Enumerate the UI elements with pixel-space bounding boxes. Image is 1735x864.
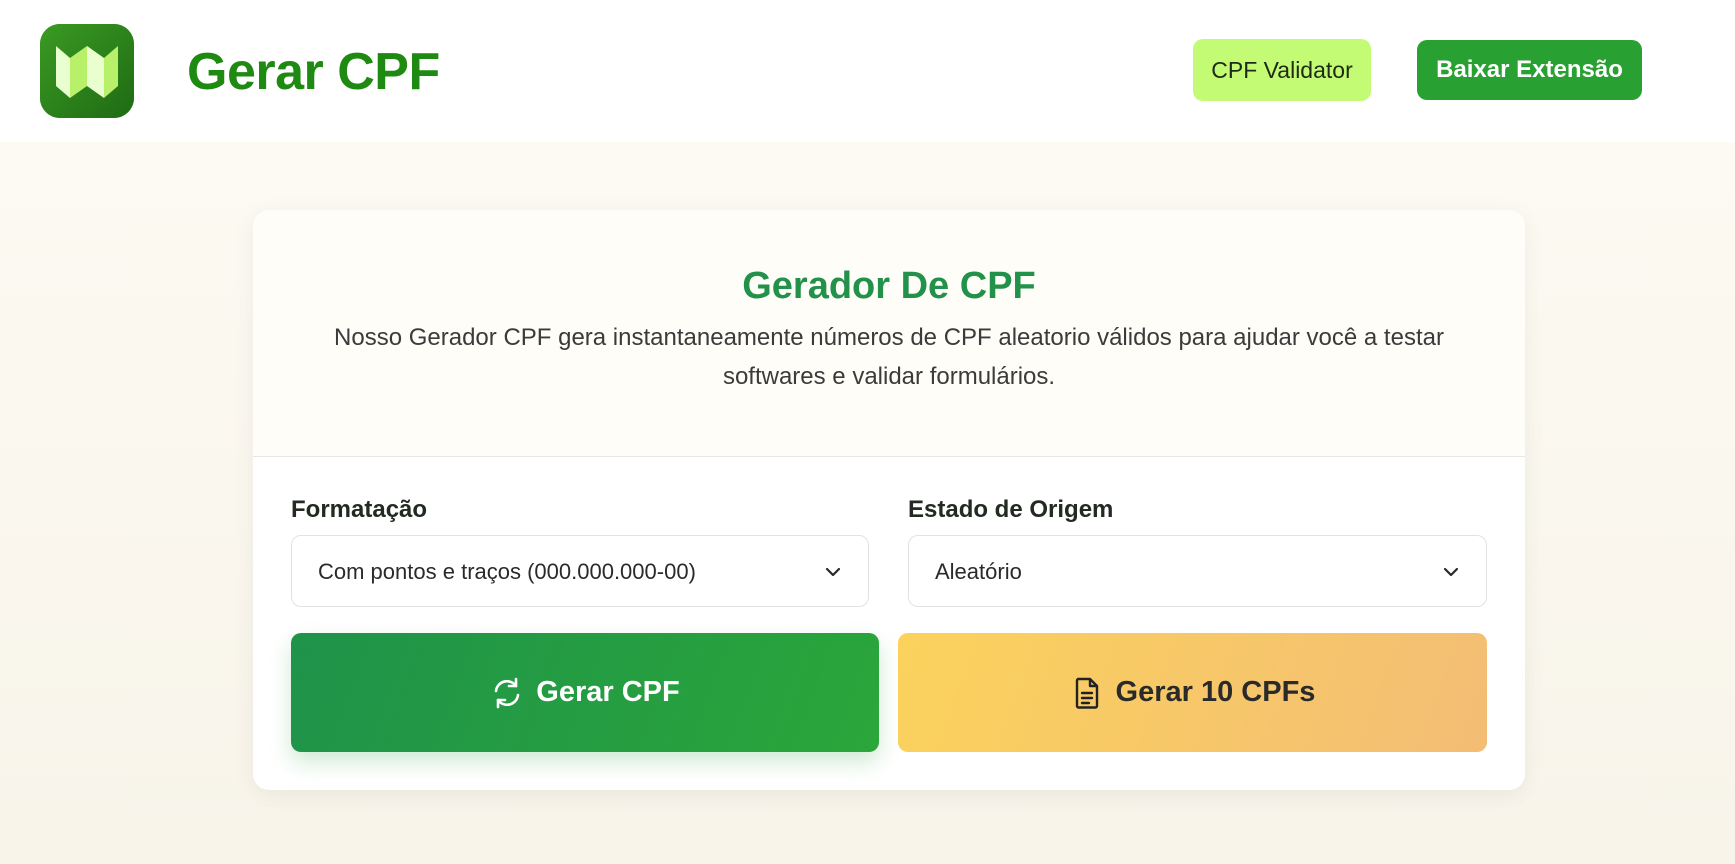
- state-select[interactable]: Aleatório: [908, 535, 1487, 607]
- cpf-validator-button[interactable]: CPF Validator: [1193, 39, 1371, 101]
- card-title: Gerador De CPF: [742, 265, 1036, 307]
- chevron-down-icon: [1443, 567, 1459, 577]
- card-description: Nosso Gerador CPF gera instantaneamente …: [334, 324, 1444, 390]
- generate-cpf-label: Gerar CPF: [536, 676, 680, 708]
- format-select-value: Com pontos e traços (000.000.000-00): [318, 559, 696, 584]
- download-extension-button[interactable]: Baixar Extensão: [1417, 40, 1642, 100]
- site-header: Gerar CPF CPF Validator Baixar Extensão: [0, 0, 1735, 142]
- site-logo-icon[interactable]: [40, 24, 134, 118]
- generate-10-cpfs-label: Gerar 10 CPFs: [1115, 676, 1316, 708]
- state-select-value: Aleatório: [935, 559, 1022, 584]
- generator-card: Gerador De CPF Nosso Gerador CPF gera in…: [253, 210, 1525, 790]
- site-title[interactable]: Gerar CPF: [187, 40, 440, 104]
- format-select[interactable]: Com pontos e traços (000.000.000-00): [291, 535, 869, 607]
- chevron-down-icon: [825, 567, 841, 577]
- card-header: Gerador De CPF Nosso Gerador CPF gera in…: [253, 210, 1525, 457]
- generate-cpf-button[interactable]: Gerar CPF: [291, 633, 879, 752]
- format-label: Formatação: [291, 496, 428, 523]
- refresh-icon: [494, 677, 520, 708]
- document-icon: [1075, 677, 1098, 709]
- generate-10-cpfs-button[interactable]: Gerar 10 CPFs: [898, 633, 1487, 752]
- state-label: Estado de Origem: [908, 496, 1114, 523]
